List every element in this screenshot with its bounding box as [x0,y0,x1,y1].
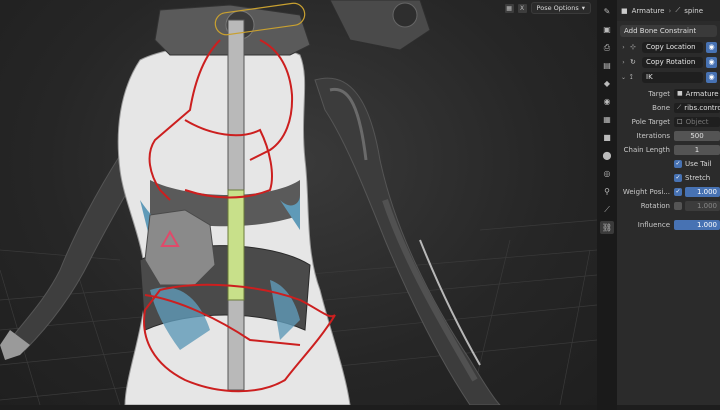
ribs-bone-selected[interactable] [227,189,245,301]
armature-data-icon[interactable]: ⚲ [600,185,614,198]
ik-iterations-label: Iterations [636,131,670,140]
ik-bone-row: Bone ⟋ ribs.control [617,101,720,114]
eye-icon[interactable]: ◉ [706,71,717,83]
tool-icon[interactable]: ✎ [600,5,614,18]
render-icon[interactable]: ▣ [600,23,614,36]
bone-icon: ⟋ [677,103,682,111]
stretch-checkbox[interactable]: ✓ [674,173,682,182]
ik-target-value: Armature [685,89,719,98]
weight-pos-label: Weight Posi... [622,187,670,196]
stretch-label: Stretch [685,173,711,182]
ik-icon: ⟟ [630,72,633,81]
constraint-ik[interactable]: ⌄ ⟟ IK ◉ [620,70,717,84]
world-icon[interactable]: ◉ [600,95,614,108]
ik-chain-row: Chain Length 1 [617,143,720,156]
ik-stretch-row: ✓ Stretch [617,171,720,184]
constraint-copy-rotation[interactable]: › ↻ Copy Rotation ◉ [620,55,717,69]
ik-settings: Target ■ Armature Bone ⟋ ribs.control Pole… [617,87,720,231]
ik-bone-field[interactable]: ⟋ ribs.control [674,102,720,113]
rotation-field[interactable]: 1.000 [685,200,720,211]
ik-target-field[interactable]: ■ Armature [674,88,720,99]
ik-weight-pos-row: Weight Posi... ✓ 1.000 [617,185,720,198]
breadcrumb-bone[interactable]: spine [684,7,703,15]
close-x-icon[interactable]: X [517,3,527,13]
eye-icon[interactable]: ◉ [706,41,717,53]
fields-icon[interactable]: ▦ [504,3,514,13]
armature-icon: ■ [621,6,628,15]
chevron-right-icon[interactable]: › [620,59,627,66]
ik-iterations-row: Iterations 500 [617,129,720,142]
3d-viewport[interactable]: ▦ X Pose Options ▾ [0,0,597,405]
add-bone-constraint-button[interactable]: Add Bone Constraint [620,25,717,37]
rotation-checkbox[interactable] [674,201,682,210]
modifier-icon[interactable]: ⬤ [600,149,614,162]
ik-pole-label: Pole Target [631,117,670,126]
breadcrumb: ■ Armature › ⟋ spine [617,0,720,21]
influence-slider[interactable]: 1.000 [674,219,720,230]
chevron-down-icon[interactable]: ⌄ [620,74,627,81]
bone-icon[interactable]: ⟋ [600,203,614,216]
character-render [0,0,597,405]
rotation-label: Rotation [640,201,670,210]
ik-use-tail-row: ✓ Use Tail [617,157,720,170]
ik-target-label: Target [648,89,670,98]
scene-icon[interactable]: ◆ [600,77,614,90]
pose-options-button[interactable]: Pose Options ▾ [530,2,591,14]
constraint-name-field[interactable]: Copy Location [642,41,703,53]
ik-bone-value: ribs.control [684,103,720,112]
constraint-name-field[interactable]: Copy Rotation [642,56,703,68]
constraint-copy-location[interactable]: › ⊹ Copy Location ◉ [620,40,717,54]
ik-bone-label: Bone [652,103,670,112]
copy-rotation-icon: ↻ [630,58,636,66]
ik-chain-field[interactable]: 1 [674,144,720,155]
eye-icon[interactable]: ◉ [706,56,717,68]
use-tail-label: Use Tail [685,159,712,168]
ik-iterations-field[interactable]: 500 [674,130,720,141]
ik-pole-row: Pole Target □ Object [617,115,720,128]
use-tail-checkbox[interactable]: ✓ [674,159,682,168]
constraint-name-field[interactable]: IK [642,71,703,83]
bone-icon: ⟋ [675,6,681,14]
properties-tab-bar: ✎ ▣ ⎙ ▤ ◆ ◉ ▦ ■ ⬤ ◎ ⚲ ⟋ ⛓ [597,0,617,410]
ik-pole-field[interactable]: □ Object [674,116,720,127]
add-bone-constraint-label: Add Bone Constraint [624,27,697,35]
chevron-right-icon[interactable]: › [620,44,627,51]
view-layer-icon[interactable]: ▤ [600,59,614,72]
object-icon: □ [677,118,683,125]
properties-panel: ■ Armature › ⟋ spine Add Bone Constraint… [617,0,720,405]
breadcrumb-separator-icon: › [668,6,672,15]
ik-pole-placeholder: Object [685,117,709,126]
ik-chain-label: Chain Length [623,145,670,154]
copy-location-icon: ⊹ [630,43,636,51]
ik-rotation-row: Rotation 1.000 [617,199,720,212]
ik-target-row: Target ■ Armature [617,87,720,100]
bone-constraint-icon[interactable]: ⛓ [600,221,614,234]
pose-options-label: Pose Options [536,4,579,12]
physics-icon[interactable]: ◎ [600,167,614,180]
weight-pos-checkbox[interactable]: ✓ [674,187,682,196]
viewport-header: ▦ X Pose Options ▾ [504,2,591,14]
breadcrumb-object[interactable]: Armature [632,7,665,15]
armature-icon: ■ [677,90,683,97]
chevron-down-icon: ▾ [581,4,585,12]
ik-influence-row: Influence 1.000 [617,218,720,231]
object-icon[interactable]: ■ [600,131,614,144]
influence-label: Influence [637,220,670,229]
output-icon[interactable]: ⎙ [600,41,614,54]
weight-pos-field[interactable]: 1.000 [685,186,720,197]
collection-icon[interactable]: ▦ [600,113,614,126]
